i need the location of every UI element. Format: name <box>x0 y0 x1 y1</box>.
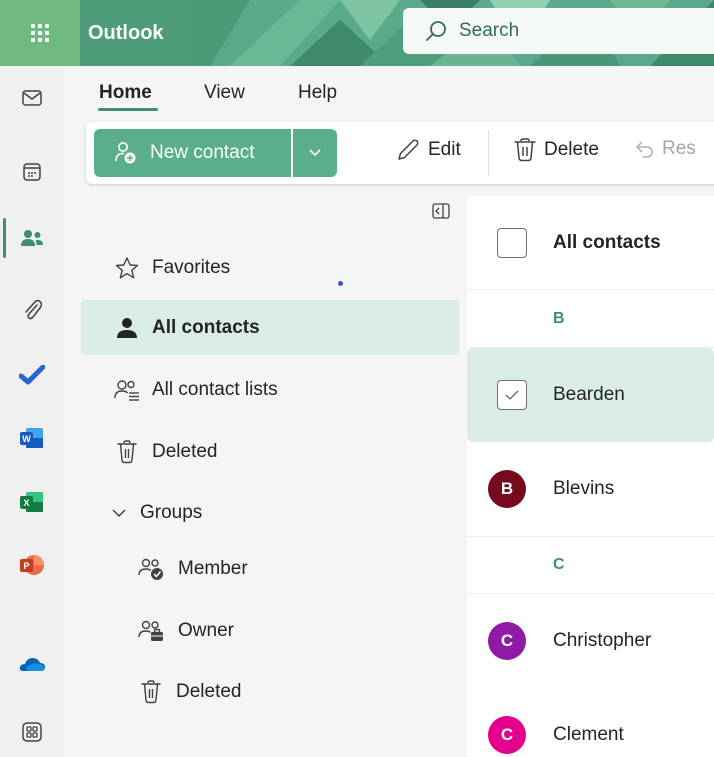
nav-all-contacts[interactable]: All contacts <box>114 316 260 340</box>
nav-groups-deleted-label: Deleted <box>176 681 242 702</box>
restore-button[interactable]: Res <box>634 138 696 160</box>
collapse-pane-button[interactable] <box>432 203 450 224</box>
search-box[interactable]: Search <box>403 8 714 54</box>
rail-people[interactable] <box>0 210 64 266</box>
app-launcher-button[interactable] <box>0 0 80 66</box>
contact-row-clement[interactable]: C Clement <box>467 688 714 757</box>
nav-owner-label: Owner <box>178 620 234 641</box>
trash-icon <box>514 138 536 162</box>
nav-all-contact-lists[interactable]: All contact lists <box>114 378 278 402</box>
contact-name: Bearden <box>553 384 625 405</box>
trash-icon <box>141 680 161 704</box>
edit-label: Edit <box>428 139 461 160</box>
search-icon <box>426 21 446 41</box>
contact-row-bearden[interactable]: Bearden <box>467 348 714 442</box>
nav-all-contact-lists-label: All contact lists <box>152 379 278 400</box>
chevron-down-icon <box>112 509 126 518</box>
edit-button[interactable]: Edit <box>396 138 461 162</box>
new-contact-dropdown[interactable] <box>293 129 337 177</box>
contact-name: Clement <box>553 724 624 745</box>
rail-onedrive[interactable] <box>0 636 64 692</box>
tab-home[interactable]: Home <box>99 82 152 104</box>
tab-selected-indicator <box>98 108 158 111</box>
person-icon <box>117 318 137 338</box>
undo-icon <box>635 141 653 158</box>
trash-icon <box>117 440 137 464</box>
nav-favorites-label: Favorites <box>152 257 231 278</box>
excel-icon: X <box>20 492 43 512</box>
command-bar: New contact Edit Delete Res <box>86 122 714 184</box>
rail-todo[interactable] <box>0 347 64 403</box>
svg-text:X: X <box>23 498 29 508</box>
contact-row-blevins[interactable]: B Blevins <box>467 442 714 536</box>
avatar: C <box>488 622 526 660</box>
app-name[interactable]: Outlook <box>80 0 190 66</box>
nav-groups-toggle[interactable]: Groups <box>110 502 202 524</box>
todo-icon <box>19 365 45 385</box>
avatar: B <box>488 470 526 508</box>
checkmark-icon <box>505 390 519 400</box>
new-contact-label: New contact <box>150 142 255 163</box>
select-all-checkbox[interactable] <box>497 227 527 258</box>
rail-word[interactable]: W <box>0 410 64 466</box>
contacts-navigation-pane <box>64 196 466 757</box>
nav-groups-member[interactable]: Member <box>138 557 248 581</box>
contact-row-christopher[interactable]: C Christopher <box>467 594 714 688</box>
rail-excel[interactable]: X <box>0 474 64 530</box>
delete-button[interactable]: Delete <box>514 138 599 162</box>
contact-name: Blevins <box>553 478 615 499</box>
contact-checkbox[interactable] <box>497 380 527 410</box>
rail-calendar[interactable] <box>0 144 64 200</box>
pencil-icon <box>398 139 419 160</box>
nav-all-contacts-label: All contacts <box>152 317 260 338</box>
command-separator <box>488 130 489 176</box>
collapse-pane-icon <box>432 203 450 219</box>
app-rail: W X P <box>0 66 64 757</box>
mail-icon <box>22 90 42 106</box>
nav-groups-deleted[interactable]: Deleted <box>138 680 242 704</box>
nav-groups-owner[interactable]: Owner <box>138 619 234 643</box>
tab-view[interactable]: View <box>204 82 245 104</box>
svg-text:W: W <box>22 434 31 444</box>
people-icon <box>21 230 43 246</box>
apps-icon <box>22 722 42 742</box>
contact-list-icon <box>114 380 139 401</box>
chevron-down-icon <box>309 149 321 157</box>
powerpoint-icon: P <box>20 555 44 575</box>
avatar: C <box>488 716 526 754</box>
delete-label: Delete <box>544 139 599 160</box>
app-header: Outlook Search <box>0 0 714 66</box>
new-contact-button[interactable]: New contact <box>94 129 291 177</box>
rail-files[interactable] <box>0 282 64 338</box>
nav-deleted-label: Deleted <box>152 441 218 462</box>
calendar-icon <box>23 163 41 181</box>
search-placeholder: Search <box>459 20 520 41</box>
contact-list: All contacts B Bearden B Blevins C C Chr… <box>467 196 714 757</box>
waffle-icon <box>31 24 49 42</box>
ribbon-tabs: Home View Help <box>64 66 714 122</box>
star-icon <box>115 257 139 279</box>
word-icon: W <box>20 428 43 448</box>
owner-icon <box>138 620 163 641</box>
nav-groups-label: Groups <box>140 502 203 523</box>
nav-deleted[interactable]: Deleted <box>114 440 218 464</box>
section-header-c: C <box>467 536 714 594</box>
tab-help[interactable]: Help <box>298 82 337 104</box>
member-icon <box>138 558 163 580</box>
rail-mail[interactable] <box>0 70 64 126</box>
rail-powerpoint[interactable]: P <box>0 537 64 593</box>
attach-icon <box>25 299 42 320</box>
nav-member-label: Member <box>178 558 248 579</box>
rail-more-apps[interactable] <box>0 704 64 757</box>
contact-name: Christopher <box>553 630 652 651</box>
section-header-b: B <box>467 290 714 348</box>
nav-favorites[interactable]: Favorites <box>114 256 230 280</box>
svg-text:P: P <box>23 561 29 571</box>
list-header: All contacts <box>467 196 714 290</box>
add-person-icon <box>115 142 136 164</box>
list-title: All contacts <box>553 231 661 253</box>
onedrive-icon <box>19 658 45 671</box>
cursor-dot <box>338 281 343 286</box>
restore-label: Res <box>662 138 696 159</box>
